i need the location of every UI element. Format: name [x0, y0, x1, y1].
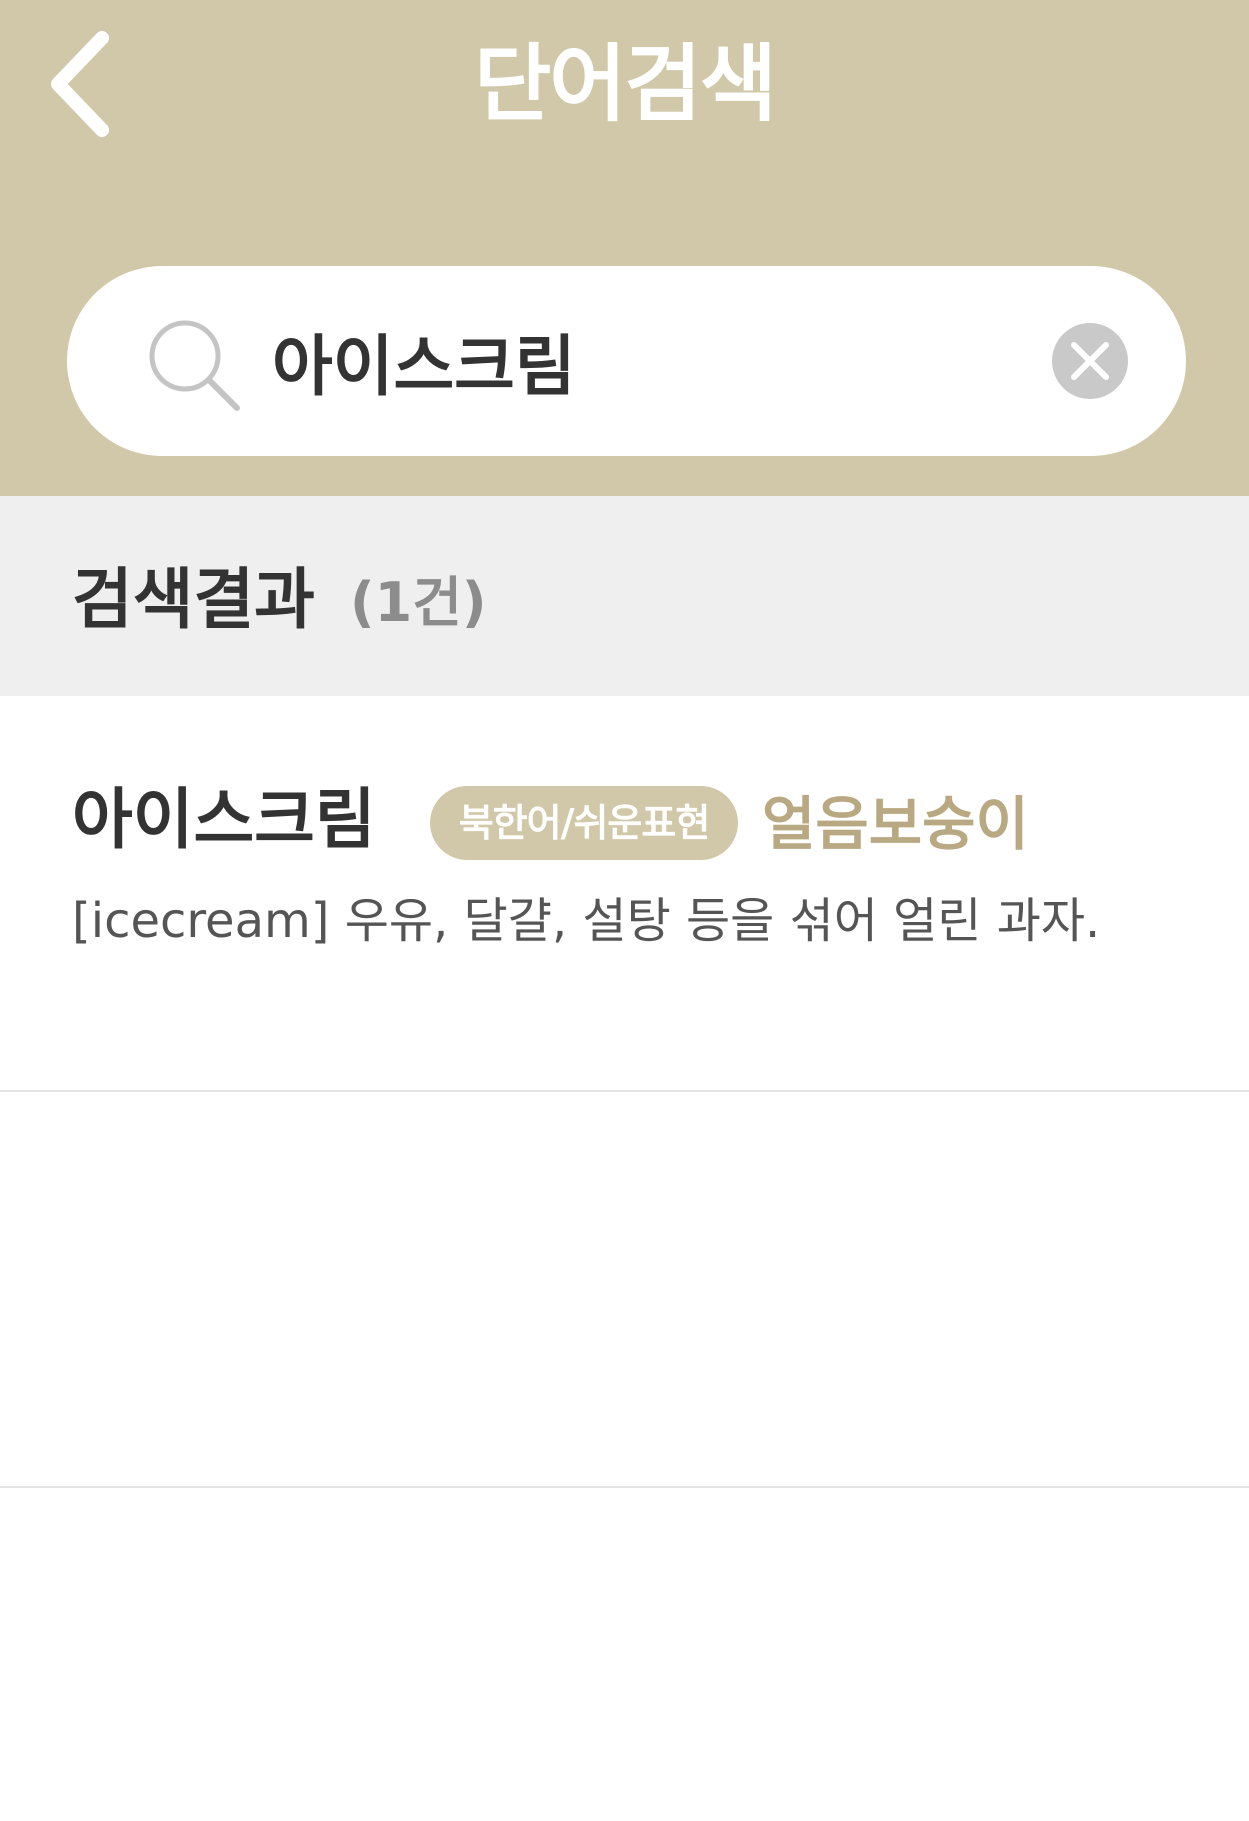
divider — [0, 1090, 1249, 1092]
results-count: (1건) — [350, 571, 487, 634]
search-box[interactable] — [67, 266, 1186, 456]
results-title: 검색결과 — [72, 561, 315, 638]
search-input[interactable] — [272, 306, 1032, 416]
result-word[interactable]: 아이스크림 — [72, 780, 376, 860]
result-definition: [icecream] 우유, 달걀, 설탕 등을 섞어 얼린 과자. — [72, 893, 1101, 949]
result-alt-word: 얼음보숭이 — [762, 790, 1029, 858]
page-title: 단어검색 — [473, 35, 777, 133]
app-header: 단어검색 — [0, 0, 1249, 496]
clear-circle-icon — [1071, 342, 1109, 380]
divider — [0, 1486, 1249, 1488]
clear-search-button[interactable] — [1052, 323, 1128, 399]
result-badge: 북한어/쉬운표현 — [430, 786, 738, 860]
search-icon — [149, 320, 240, 411]
